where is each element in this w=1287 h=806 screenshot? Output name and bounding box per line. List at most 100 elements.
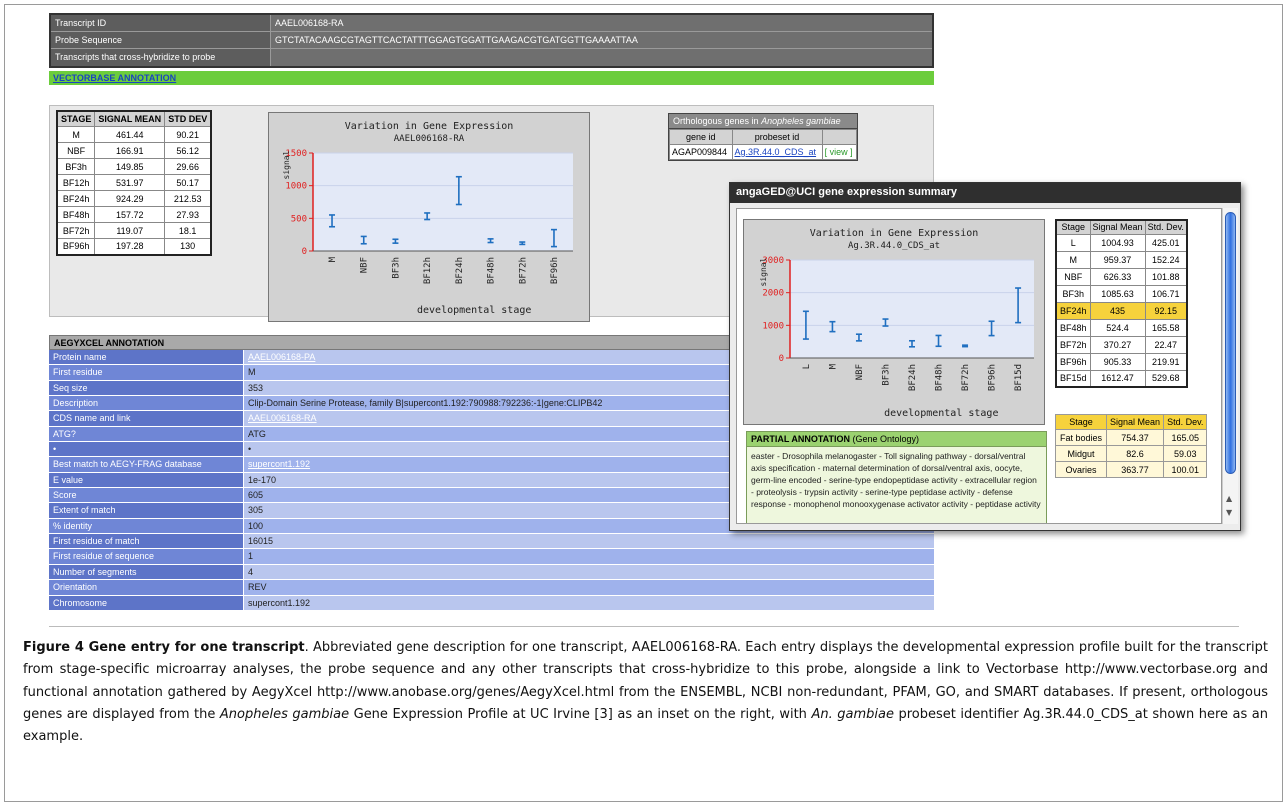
std-dev-cell: 90.21 [164,126,212,143]
cross-hybridize-value [271,49,932,66]
tissue-signal-mean-cell: 754.37 [1106,429,1165,446]
inset-scrollbar[interactable]: ▲ ▼ [1222,208,1238,524]
figure-caption: Figure 4 Gene entry for one transcript. … [23,637,1268,748]
transcript-id-row: Transcript ID AAEL006168-RA [51,15,932,32]
anga-ged-inset-window: angaGED@UCI gene expression summary Vari… [729,182,1241,531]
stage-cell: BF12h [56,174,96,191]
stage-cell: M [56,126,96,143]
signal-mean-cell: 119.07 [94,222,166,239]
stage-row: BF24h 924.29 212.53 [56,190,212,207]
col-header-std-dev: STD DEV [164,110,212,127]
tissue-col-stage: Stage [1054,414,1108,430]
probe-sequence-label: Probe Sequence [51,32,271,48]
inset-signal-mean-cell: 435 [1089,301,1146,320]
caption-species-1: Anopheles gambiae [219,706,350,722]
annotation-key: First residue of match [49,534,244,550]
annotation-row: Orientation REV [49,580,934,596]
scroll-up-arrow-icon[interactable]: ▲ [1226,494,1232,503]
y-axis-label: signal [759,257,768,286]
inset-content: Variation in Gene Expression Ag.3R.44.0_C… [736,208,1222,524]
tissue-signal-mean-cell: 363.77 [1106,461,1165,478]
annotation-value: REV [244,580,934,596]
x-tick-label: BF72h [518,257,528,284]
caption-body-2: Gene Expression Profile at UC Irvine [3]… [349,706,812,722]
expression-chart-aael006168: Variation in Gene Expression AAEL006168-R… [268,112,590,322]
inset-signal-mean-cell: 1085.63 [1089,284,1146,303]
inset-stage-cell: NBF [1055,267,1091,286]
scrollbar-thumb[interactable] [1225,212,1236,474]
stage-row: M 461.44 90.21 [56,126,212,143]
x-tick-label: BF12h [423,257,433,284]
inset-stage-row: BF72h 370.27 22.47 [1055,335,1188,354]
annotation-key: • [49,442,244,458]
inset-col-signal-mean: Signal Mean [1089,219,1146,235]
x-tick-label: BF3h [881,364,891,386]
inset-std-dev-cell: 529.68 [1144,369,1188,388]
stage-row: BF96h 197.28 130 [56,238,212,255]
x-tick-label: BF15d [1014,364,1024,391]
ortholog-view-link[interactable]: [ view ] [825,147,853,157]
y-tick-label: 0 [302,247,307,257]
x-tick-label: BF96h [988,364,998,391]
signal-mean-cell: 166.91 [94,142,166,159]
inset-stage-cell: BF48h [1055,318,1091,337]
plot-area [313,153,573,251]
annotation-value: supercont1.192 [244,595,934,611]
inset-col-stage: Stage [1055,219,1091,235]
y-tick-label: 2000 [762,289,784,299]
annotation-key: Score [49,488,244,504]
caption-species-2: An. gambiae [811,706,894,722]
std-dev-cell: 18.1 [164,222,212,239]
col-header-view [821,129,858,145]
inset-stage-row: BF96h 905.33 219.91 [1055,352,1188,371]
chart-subtitle: AAEL006168-RA [394,134,465,144]
x-axis-label: developmental stage [884,408,998,419]
inset-std-dev-cell: 92.15 [1144,301,1188,320]
inset-stage-row: M 959.37 152.24 [1055,250,1188,269]
inset-stage-cell: BF3h [1055,284,1091,303]
tissue-table: Stage Signal Mean Std. Dev. Fat bodies 75… [1054,414,1208,478]
figure-separator [49,626,1239,627]
annotation-key: ATG? [49,426,244,443]
inset-signal-mean-cell: 959.37 [1089,250,1146,269]
expression-chart-ag3r: Variation in Gene Expression Ag.3R.44.0_C… [743,219,1045,425]
tissue-col-std-dev: Std. Dev. [1163,414,1208,430]
annotation-row: First residue of sequence 1 [49,549,934,565]
stage-row: BF72h 119.07 18.1 [56,222,212,239]
x-tick-label: BF3h [391,257,401,279]
x-tick-label: BF48h [487,257,497,284]
y-axis-label: signal [282,150,291,179]
annotation-value: 4 [244,564,934,581]
inset-stage-cell: BF15d [1055,369,1091,388]
ortholog-probeset-link[interactable]: Ag.3R.44.0_CDS_at [735,147,817,157]
stage-row: BF3h 149.85 29.66 [56,158,212,175]
vectorbase-annotation-link[interactable]: VECTORBASE ANNOTATION [53,73,176,83]
std-dev-cell: 29.66 [164,158,212,175]
inset-signal-mean-cell: 905.33 [1089,352,1146,371]
x-tick-label: BF24h [908,364,918,391]
tissue-name-cell: Midgut [1054,445,1108,462]
scroll-down-arrow-icon[interactable]: ▼ [1226,508,1232,517]
chart-title: Variation in Gene Expression [810,228,979,239]
transcript-header-table: Transcript ID AAEL006168-RA Probe Sequen… [49,13,934,68]
tissue-std-dev-cell: 165.05 [1163,429,1208,446]
signal-mean-cell: 461.44 [94,126,166,143]
stage-signal-table: STAGE SIGNAL MEAN STD DEV M 461.44 90.21 NB… [56,110,213,256]
x-tick-label: BF72h [961,364,971,391]
inset-signal-mean-cell: 1612.47 [1089,369,1146,388]
annotation-key: First residue of sequence [49,549,244,565]
inset-stage-table: Stage Signal Mean Std. Dev. L 1004.93 425.… [1055,219,1188,388]
stage-row: BF12h 531.97 50.17 [56,174,212,191]
annotation-key: Protein name [49,350,244,366]
inset-std-dev-cell: 106.71 [1144,284,1188,303]
y-tick-label: 1000 [762,321,784,331]
annotation-key: First residue [49,365,244,381]
inset-stage-row: BF48h 524.4 165.58 [1055,318,1188,337]
annotation-key: Best match to AEGY-FRAG database [49,457,244,473]
std-dev-cell: 212.53 [164,190,212,207]
inset-std-dev-cell: 219.91 [1144,352,1188,371]
annotation-row: First residue of match 16015 [49,534,934,550]
inset-stage-cell: L [1055,233,1091,252]
annotation-key: Number of segments [49,564,244,581]
stage-row: BF48h 157.72 27.93 [56,206,212,223]
